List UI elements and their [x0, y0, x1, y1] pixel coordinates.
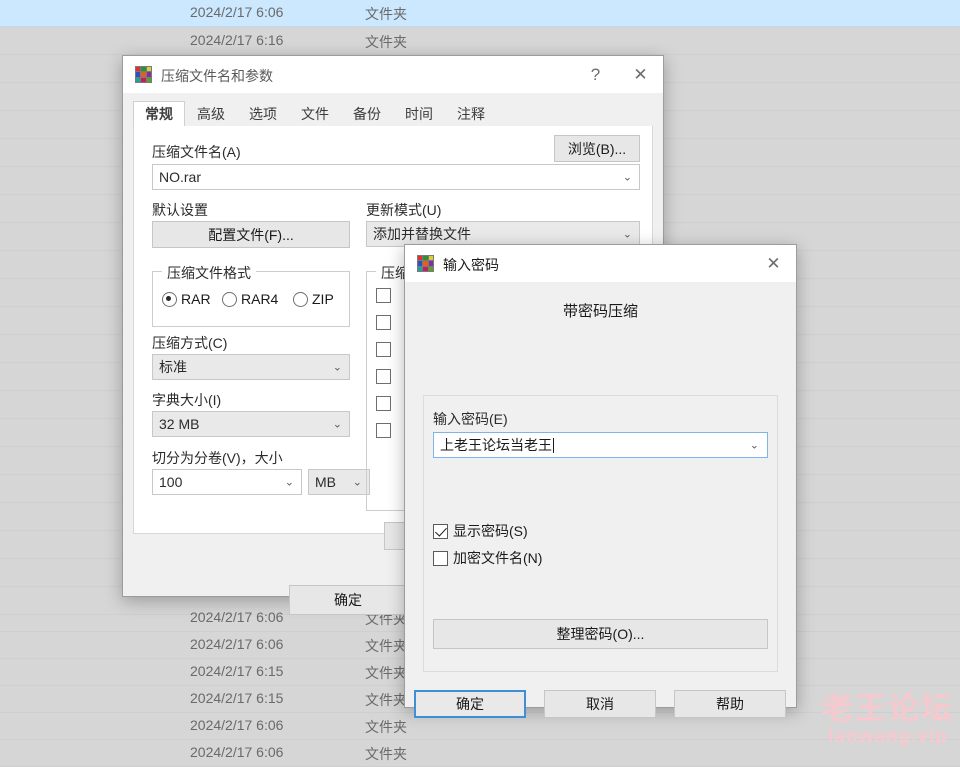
chevron-down-icon: ⌄ [622, 171, 632, 184]
split-size-input[interactable]: 100 ⌄ [152, 469, 302, 495]
dictionary-size-select[interactable]: 32 MB ⌄ [152, 411, 350, 437]
radio-zip-label: ZIP [312, 291, 334, 307]
file-date: 2024/2/17 6:06 [190, 4, 284, 20]
password-label: 输入密码(E) [433, 411, 508, 427]
tab-strip: 常规 高级 选项 文件 备份 时间 注释 [133, 101, 653, 128]
password-entry-group: 输入密码(E) 上老王论坛当老王 ⌄ 显示密码(S) 加密文件名(N) 整理密码… [423, 395, 778, 672]
show-password-label: 显示密码(S) [453, 523, 528, 539]
archive-name-input[interactable]: NO.rar ⌄ [152, 164, 640, 190]
option-checkbox-2[interactable] [376, 342, 391, 357]
password-input[interactable]: 上老王论坛当老王 ⌄ [433, 432, 768, 458]
profiles-button[interactable]: 配置文件(F)... [152, 221, 350, 248]
file-type: 文件夹 [365, 638, 407, 654]
chevron-down-icon: ⌄ [332, 361, 342, 374]
main-ok-button[interactable]: 确定 [289, 585, 407, 615]
radio-dot-icon [222, 291, 237, 307]
radio-rar4-label: RAR4 [241, 291, 279, 307]
file-type: 文件夹 [365, 746, 407, 762]
checkbox-icon [433, 550, 448, 566]
compression-method-value: 标准 [159, 359, 187, 375]
file-type: 文件夹 [365, 719, 407, 735]
split-unit-select[interactable]: MB ⌄ [308, 469, 370, 495]
tab-3[interactable]: 文件 [289, 101, 341, 126]
chevron-down-icon: ⌄ [749, 439, 759, 452]
radio-rar4[interactable]: RAR4 [222, 291, 278, 307]
archive-name-label: 压缩文件名(A) [152, 144, 241, 160]
radio-zip[interactable]: ZIP [293, 291, 334, 307]
radio-rar-label: RAR [181, 291, 211, 307]
password-help-button[interactable]: 帮助 [674, 690, 786, 718]
file-list-row[interactable]: 2024/2/17 6:06 文件夹 [0, 0, 960, 27]
enter-password-dialog: 输入密码 ✕ 带密码压缩 输入密码(E) 上老王论坛当老王 ⌄ 显示密码(S) … [404, 244, 797, 718]
winrar-icon [135, 66, 152, 83]
file-type: 文件夹 [365, 34, 407, 50]
split-unit-value: MB [315, 474, 336, 490]
close-icon[interactable]: ✕ [618, 56, 663, 93]
organize-passwords-button[interactable]: 整理密码(O)... [433, 619, 768, 649]
main-dialog-title: 压缩文件名和参数 [161, 68, 273, 84]
encrypt-filenames-checkbox[interactable]: 加密文件名(N) [433, 548, 542, 568]
chevron-down-icon: ⌄ [332, 418, 342, 431]
file-date: 2024/2/17 6:06 [190, 636, 284, 652]
archive-format-group-label: 压缩文件格式 [162, 263, 256, 283]
file-type: 文件夹 [365, 6, 407, 22]
tab-1[interactable]: 高级 [185, 101, 237, 126]
file-type: 文件夹 [365, 665, 407, 681]
file-list-row[interactable]: 2024/2/17 6:16 文件夹 [0, 28, 960, 55]
compression-method-select[interactable]: 标准 ⌄ [152, 354, 350, 380]
file-date: 2024/2/17 6:15 [190, 690, 284, 706]
file-list-row[interactable]: 2024/2/17 6:06 文件夹 [0, 740, 960, 767]
password-dialog-titlebar: 输入密码 ✕ [405, 245, 796, 282]
radio-rar[interactable]: RAR [162, 291, 211, 307]
file-date: 2024/2/17 6:15 [190, 663, 284, 679]
tab-2[interactable]: 选项 [237, 101, 289, 126]
tab-0[interactable]: 常规 [133, 101, 185, 126]
file-date: 2024/2/17 6:06 [190, 609, 284, 625]
default-settings-label: 默认设置 [152, 202, 208, 218]
chevron-down-icon: ⌄ [284, 476, 294, 489]
split-size-value: 100 [159, 474, 183, 490]
encrypt-filenames-label: 加密文件名(N) [453, 550, 543, 566]
option-checkbox-0[interactable] [376, 288, 391, 303]
show-password-checkbox[interactable]: 显示密码(S) [433, 521, 528, 541]
password-dialog-body: 带密码压缩 输入密码(E) 上老王论坛当老王 ⌄ 显示密码(S) 加密文件名(N… [405, 282, 796, 718]
browse-button[interactable]: 浏览(B)... [554, 135, 640, 162]
winrar-icon [417, 255, 434, 272]
split-volume-label: 切分为分卷(V)，大小 [152, 450, 283, 466]
dictionary-size-label: 字典大小(I) [152, 392, 222, 408]
checkbox-icon [433, 523, 448, 539]
close-icon[interactable]: ✕ [751, 245, 796, 282]
main-dialog-titlebar: 压缩文件名和参数 ? ✕ [123, 56, 663, 93]
chevron-down-icon: ⌄ [352, 476, 362, 489]
tab-4[interactable]: 备份 [341, 101, 393, 126]
radio-dot-icon [293, 291, 308, 307]
update-mode-value: 添加并替换文件 [373, 226, 471, 242]
password-dialog-title: 输入密码 [443, 257, 499, 273]
text-caret [553, 437, 554, 453]
file-date: 2024/2/17 6:06 [190, 717, 284, 733]
option-checkbox-3[interactable] [376, 369, 391, 384]
file-type: 文件夹 [365, 692, 407, 708]
password-dialog-heading: 带密码压缩 [562, 303, 638, 320]
option-checkbox-4[interactable] [376, 396, 391, 411]
file-date: 2024/2/17 6:06 [190, 744, 284, 760]
update-mode-label: 更新模式(U) [366, 202, 442, 218]
compression-method-label: 压缩方式(C) [152, 335, 228, 351]
radio-dot-icon [162, 291, 177, 307]
tab-5[interactable]: 时间 [393, 101, 445, 126]
file-date: 2024/2/17 6:16 [190, 32, 284, 48]
archive-name-value: NO.rar [159, 169, 201, 185]
option-checkbox-5[interactable] [376, 423, 391, 438]
password-cancel-button[interactable]: 取消 [544, 690, 656, 718]
password-ok-button[interactable]: 确定 [414, 690, 526, 718]
chevron-down-icon: ⌄ [622, 228, 632, 241]
help-button[interactable]: ? [573, 56, 618, 93]
dictionary-size-value: 32 MB [159, 416, 200, 432]
archive-format-group: 压缩文件格式 RAR RAR4 ZIP [152, 263, 350, 327]
password-value: 上老王论坛当老王 [440, 437, 552, 453]
option-checkbox-1[interactable] [376, 315, 391, 330]
tab-6[interactable]: 注释 [445, 101, 497, 126]
